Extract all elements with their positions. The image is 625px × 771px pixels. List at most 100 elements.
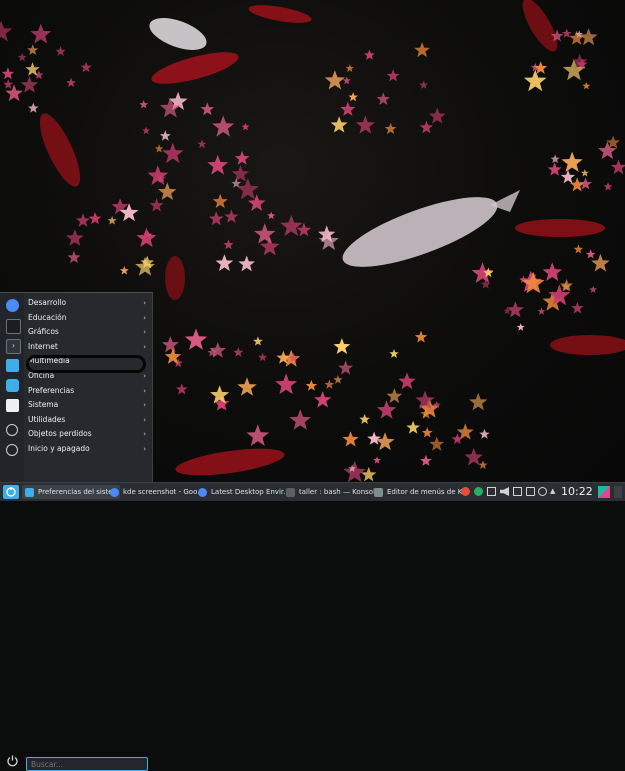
maple-leaf [364,49,375,60]
maple-leaf [162,142,184,163]
category-label: Preferencias [28,385,75,395]
category-internet[interactable]: Internet › [26,340,150,355]
update-check-icon[interactable] [474,487,483,496]
maple-leaf [5,84,23,102]
maple-leaf [3,79,14,89]
system-monitor-icon[interactable] [6,319,21,334]
maple-leaf [414,42,430,58]
maple-leaf [224,209,239,223]
maple-leaf [384,122,397,135]
maple-leaf [184,328,208,350]
maple-leaf [464,447,483,466]
maple-leaf [386,388,403,404]
chrome-icon [198,488,207,497]
app-launcher-button[interactable] [3,485,19,499]
display-icon[interactable] [513,487,522,496]
maple-leaf [348,92,358,102]
maple-leaf [241,122,250,131]
chrome-icon[interactable] [6,299,19,312]
category-label: Internet [28,341,58,351]
maple-leaf [28,102,39,113]
power-icon[interactable] [6,754,19,767]
category-desarrollo[interactable]: Desarrollo › [26,296,150,311]
maple-leaf [238,255,255,272]
task-chrome-desktop[interactable]: Latest Desktop Envir... [195,485,296,499]
category-objetos-perdidos[interactable]: Objetos perdidos › [26,427,150,442]
maple-leaf [142,126,151,135]
maple-leaf [66,229,84,246]
maple-leaf [17,52,27,62]
maple-leaf [305,379,318,391]
maple-leaf [386,69,400,82]
category-preferencias[interactable]: Preferencias › [26,384,150,399]
category-educacion[interactable]: Educación › [26,311,150,326]
restart-icon[interactable] [6,444,18,456]
task-label: taller : bash — Konsole [299,488,380,496]
maple-leaf [200,102,215,116]
category-label: Inicio y apagado [28,443,90,453]
text-editor-icon[interactable] [6,399,19,412]
maple-leaf [197,139,207,148]
search-input[interactable] [26,757,148,771]
maple-leaf [585,249,596,259]
show-desktop-icon[interactable] [614,486,622,498]
favorites-rail: › [0,293,24,483]
maple-leaf [456,423,474,440]
chevron-right-icon: › [143,342,146,351]
maple-leaf [398,372,416,390]
maple-leaf [88,212,102,225]
maple-leaf [20,76,39,93]
category-sistema[interactable]: Sistema › [26,398,150,413]
volume-icon[interactable] [500,487,509,496]
maple-leaf [340,101,356,116]
folder-icon[interactable] [6,359,19,372]
task-system-settings[interactable]: Preferencias del siste... [22,485,120,499]
clock[interactable]: 10:22 [561,484,593,500]
chrome-icon [110,488,119,497]
maple-leaf [324,379,335,389]
maple-leaf [333,338,351,354]
back-icon[interactable] [6,424,18,436]
network-icon[interactable] [538,487,547,496]
maple-leaf [376,92,390,105]
category-graficos[interactable]: Gráficos › [26,325,150,340]
category-inicio-apagado[interactable]: Inicio y apagado › [26,442,150,457]
maple-leaf [209,342,227,358]
category-label: Objetos perdidos [28,429,92,439]
maple-leaf [119,266,129,275]
maple-leaf [550,154,560,164]
maple-leaf [159,130,171,141]
category-utilidades[interactable]: Utilidades › [26,413,150,428]
maple-leaf [254,223,276,244]
menu-editor-icon [374,488,383,497]
category-label: Gráficos [28,327,59,337]
task-menu-editor[interactable]: Editor de menús de K... [371,485,472,499]
maple-leaf [591,253,610,272]
maple-leaf [27,44,39,55]
maple-leaf [80,61,92,73]
chevron-right-icon: › [143,444,146,453]
notification-icon[interactable] [461,487,470,496]
settings-icon [25,488,34,497]
desktop-pager-icon[interactable] [598,486,610,498]
maple-leaf [479,428,490,439]
terminal-icon[interactable]: › [6,339,21,354]
maple-leaf [376,400,397,419]
maple-leaf [161,336,179,353]
maple-leaf [212,115,235,137]
maple-leaf [158,182,177,200]
maple-leaf [275,373,297,395]
maple-leaf [469,392,488,411]
maple-leaf [223,239,234,250]
task-konsole[interactable]: taller : bash — Konsole [283,485,384,499]
discover-icon[interactable] [6,379,19,392]
terminal-icon [286,488,295,497]
task-chrome-screenshot[interactable]: kde screenshot - Goo... [107,485,208,499]
device-notifier-icon[interactable] [526,487,535,496]
chevron-right-icon: › [143,299,146,307]
maple-leaf [428,107,446,124]
clipboard-icon[interactable] [487,487,496,496]
maple-leaf [419,120,434,134]
maple-leaf [267,211,276,220]
tray-expand-icon[interactable]: ▲ [550,487,559,496]
